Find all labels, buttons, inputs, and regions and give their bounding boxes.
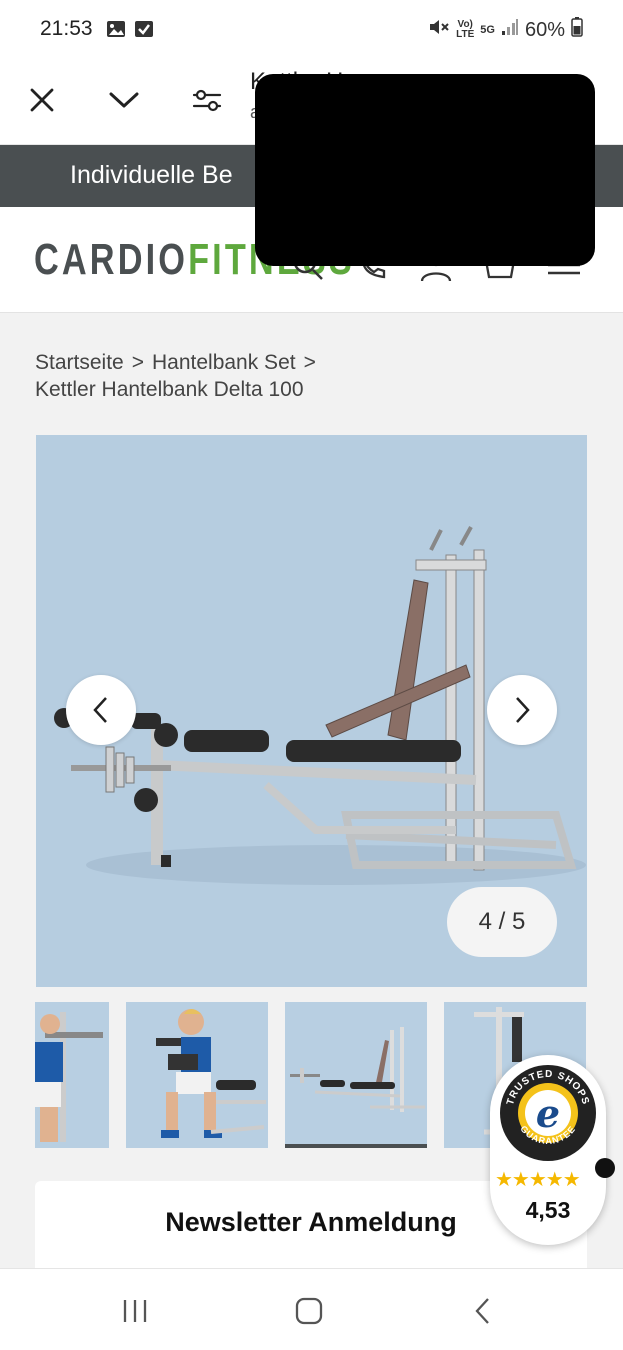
status-bar: 21:53 Vo) LTE 5G 60% xyxy=(0,0,623,60)
badge-close-dot[interactable] xyxy=(595,1158,615,1178)
thumbnail-4-active[interactable] xyxy=(285,1002,427,1148)
trusted-shops-badge[interactable]: e TRUSTED SHOPS GUARANTEE ★★★★★ 4,53 xyxy=(490,1055,606,1245)
trusted-shops-logo: e TRUSTED SHOPS GUARANTEE xyxy=(500,1065,596,1161)
image-counter: 4 / 5 xyxy=(447,887,557,957)
filter-settings-icon xyxy=(192,89,222,112)
battery-text: 60% xyxy=(524,18,565,41)
collapse-button[interactable] xyxy=(102,78,146,122)
breadcrumb-item-category[interactable]: Hantelbank Set xyxy=(152,351,296,374)
close-icon xyxy=(30,88,54,112)
battery-icon xyxy=(571,17,583,43)
breadcrumb-item-current: Kettler Hantelbank Delta 100 xyxy=(35,378,304,401)
rating-value: 4,53 xyxy=(525,1197,571,1223)
promo-text: Individuelle Be xyxy=(70,161,233,189)
prev-image-button[interactable] xyxy=(66,675,136,745)
home-icon xyxy=(295,1297,323,1325)
breadcrumb-item-home[interactable]: Startseite xyxy=(35,351,124,374)
signal-icon xyxy=(501,18,519,42)
close-button[interactable] xyxy=(20,78,64,122)
back-button[interactable] xyxy=(463,1291,503,1331)
system-nav-bar xyxy=(0,1268,623,1350)
thumbnail-2[interactable] xyxy=(35,1002,109,1148)
status-time: 21:53 xyxy=(40,17,93,40)
breadcrumb: Startseite > Hantelbank Set > Kettler Hante… xyxy=(35,349,575,403)
back-icon xyxy=(475,1298,489,1324)
rating-stars: ★★★★★ xyxy=(495,1169,581,1191)
trusted-shops-letter: e xyxy=(536,1091,560,1136)
5g-icon: 5G xyxy=(480,24,495,36)
status-right: Vo) LTE 5G 60% xyxy=(428,17,583,43)
image-icon xyxy=(106,19,126,44)
checkbox-icon xyxy=(134,19,154,44)
redaction-overlay xyxy=(255,74,595,266)
chevron-left-icon xyxy=(93,697,107,723)
logo-part-cardio: CARDIO xyxy=(34,235,189,284)
recent-apps-icon xyxy=(123,1300,147,1322)
chevron-down-icon xyxy=(109,92,139,108)
home-button[interactable] xyxy=(289,1291,329,1331)
status-left-icons xyxy=(106,19,154,44)
breadcrumb-separator: > xyxy=(131,351,144,374)
chevron-right-icon xyxy=(516,697,530,723)
volte-icon: Vo) LTE xyxy=(456,19,475,40)
mute-icon xyxy=(428,17,450,43)
thumbnail-3[interactable] xyxy=(126,1002,268,1148)
next-image-button[interactable] xyxy=(487,675,557,745)
page-settings-button[interactable] xyxy=(185,78,229,122)
product-main-image[interactable]: 4 / 5 xyxy=(36,435,587,987)
breadcrumb-separator: > xyxy=(303,351,316,374)
recent-apps-button[interactable] xyxy=(115,1291,155,1331)
